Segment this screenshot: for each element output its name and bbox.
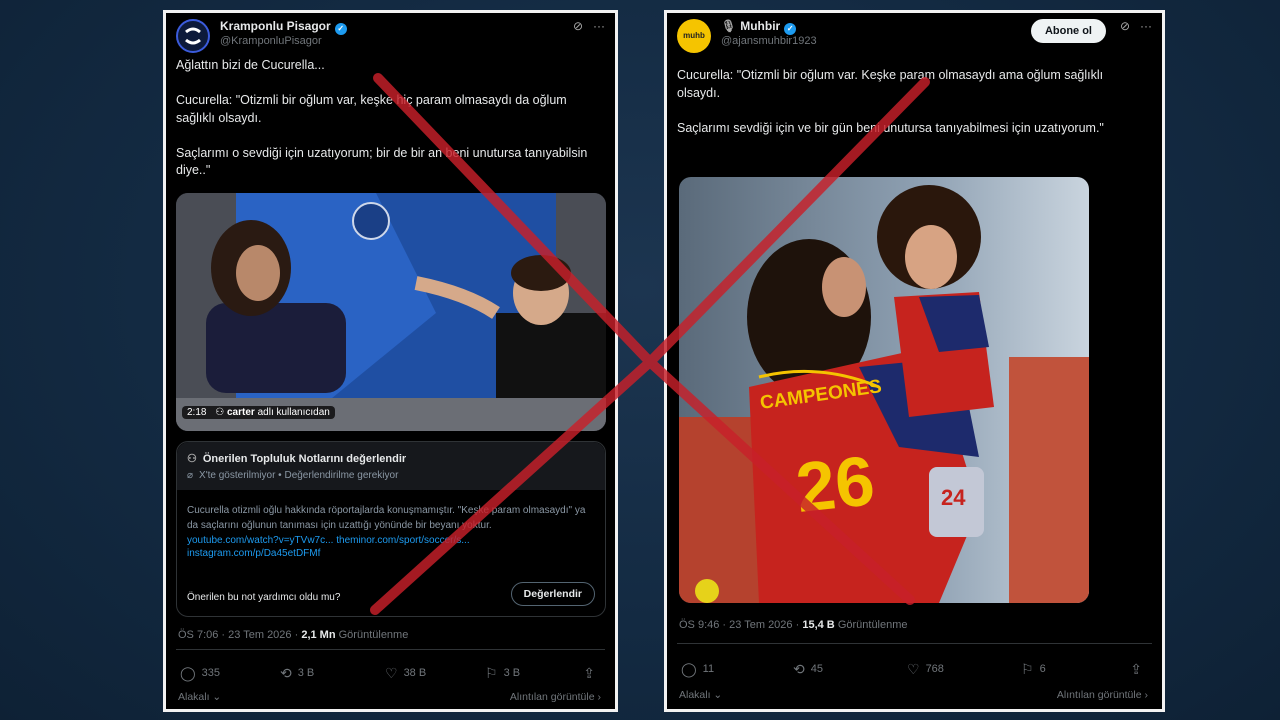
tweet-header: muhb 🎙 Muhbir ✓ @ajansmuhbir1923 Abone ol …	[677, 17, 1152, 57]
like-button[interactable]: ♡ 38 B	[385, 665, 426, 682]
tweet-video[interactable]: 2:18 ⚇ carter adlı kullanıcıdan	[176, 193, 606, 431]
grok-icon[interactable]: ⊘	[1120, 19, 1130, 33]
username[interactable]: Kramponlu Pisagor ✓	[220, 19, 347, 35]
community-note-link[interactable]: instagram.com/p/Da45etDFMf	[187, 548, 320, 559]
note-helpful-question: Önerilen bu not yardımcı oldu mu?	[187, 592, 341, 603]
like-button[interactable]: ♡ 768	[907, 661, 944, 678]
share-button[interactable]: ⇪	[1130, 661, 1148, 678]
bookmark-button[interactable]: ⚐ 6	[1021, 661, 1046, 678]
retweet-icon: ⟲	[793, 661, 805, 677]
heart-icon: ♡	[907, 661, 920, 677]
tweet-text: Cucurella: "Otizmli bir oğlum var. Keşke…	[677, 68, 1104, 135]
people-icon: ⚇	[187, 453, 197, 465]
avatar[interactable]: muhb	[677, 19, 711, 53]
eye-off-icon: ⌀	[187, 470, 194, 481]
video-caption: ⚇ carter adlı kullanıcıdan	[215, 407, 330, 418]
more-icon[interactable]: ···	[593, 19, 605, 33]
tweet-card-right: muhb 🎙 Muhbir ✓ @ajansmuhbir1923 Abone ol …	[664, 10, 1165, 712]
tweet-image[interactable]: CAMPEONES 26 24	[679, 177, 1089, 603]
username[interactable]: 🎙 Muhbir ✓	[721, 19, 797, 35]
view-quotes-link[interactable]: Alıntılan görüntüle ›	[510, 691, 601, 703]
video-duration: 2:18 ⚇ carter adlı kullanıcıdan	[182, 406, 335, 419]
verified-badge-icon: ✓	[784, 23, 797, 35]
tweet-header: Kramponlu Pisagor ✓ @KramponluPisagor ⊘ ··…	[176, 17, 605, 57]
divider	[176, 649, 605, 650]
tweet-card-left: Kramponlu Pisagor ✓ @KramponluPisagor ⊘ ··…	[163, 10, 618, 712]
mic-icon: 🎙	[721, 19, 737, 33]
view-quotes-link[interactable]: Alıntılan görüntüle ›	[1057, 689, 1148, 701]
divider	[677, 643, 1152, 644]
tweet-timestamp: ÖS 9:46 · 23 Tem 2026 · 15,4 B Görüntüle…	[679, 619, 908, 631]
more-icon[interactable]: ···	[1140, 19, 1152, 33]
tweet-text: Ağlattın bizi de Cucurella... Cucurella:…	[176, 58, 588, 177]
retweet-button[interactable]: ⟲ 45	[793, 661, 823, 678]
tweet-actions: ◯ 11 ⟲ 45 ♡ 768 ⚐ 6 ⇪	[681, 661, 1148, 681]
heart-icon: ♡	[385, 665, 398, 681]
community-note-title: ⚇ Önerilen Topluluk Notlarını değerlendir	[187, 453, 407, 465]
photo-cucurella-with-son: CAMPEONES 26 24	[679, 177, 1089, 603]
video-thumbnail	[176, 193, 606, 431]
related-link[interactable]: Alakalı ⌄	[679, 689, 722, 701]
kid-shorts-number: 24	[941, 485, 966, 510]
tweet-actions: ◯ 335 ⟲ 3 B ♡ 38 B ⚐ 3 B ⇪	[180, 665, 601, 685]
community-note-body: Cucurella otizmli oğlu hakkında röportaj…	[187, 505, 586, 531]
retweet-icon: ⟲	[280, 665, 292, 681]
reply-button[interactable]: ◯ 11	[681, 661, 714, 678]
avatar[interactable]	[176, 19, 210, 53]
reply-icon: ◯	[681, 661, 697, 677]
user-handle[interactable]: @KramponluPisagor	[220, 35, 322, 47]
kramponlu-logo-icon	[185, 27, 201, 45]
community-note-link[interactable]: youtube.com/watch?v=yTVw7c... theminor.c…	[187, 534, 592, 549]
subscribe-button[interactable]: Abone ol	[1030, 19, 1106, 43]
retweet-button[interactable]: ⟲ 3 B	[280, 665, 314, 682]
share-icon: ⇪	[583, 665, 595, 681]
jersey-number: 26	[792, 441, 878, 527]
bookmark-button[interactable]: ⚐ 3 B	[485, 665, 520, 682]
rate-note-button[interactable]: Değerlendir	[510, 582, 595, 606]
verified-badge-icon: ✓	[334, 23, 347, 35]
reply-button[interactable]: ◯ 335	[180, 665, 220, 682]
reply-icon: ◯	[180, 665, 196, 681]
user-handle[interactable]: @ajansmuhbir1923	[721, 35, 817, 47]
grok-icon[interactable]: ⊘	[573, 19, 583, 33]
community-note-header	[177, 442, 605, 490]
bookmark-icon: ⚐	[485, 665, 498, 681]
related-link[interactable]: Alakalı ⌄	[178, 691, 221, 703]
community-note-subtitle: ⌀ X'te gösterilmiyor • Değerlendirilme ge…	[187, 470, 399, 481]
community-note: ⚇ Önerilen Topluluk Notlarını değerlendir…	[176, 441, 606, 617]
share-icon: ⇪	[1130, 661, 1142, 677]
share-button[interactable]: ⇪	[583, 665, 601, 682]
tweet-timestamp: ÖS 7:06 · 23 Tem 2026 · 2,1 Mn Görüntüle…	[178, 629, 409, 641]
bookmark-icon: ⚐	[1021, 661, 1034, 677]
